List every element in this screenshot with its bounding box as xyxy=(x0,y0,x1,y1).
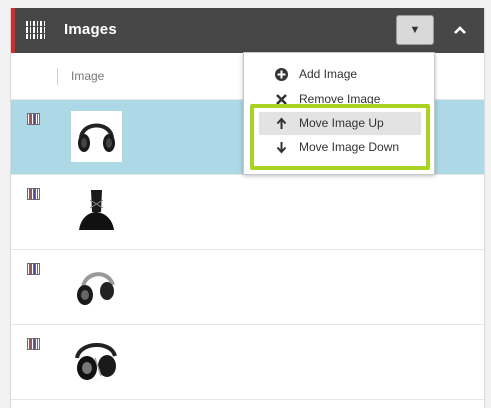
headphones-thumbnail[interactable] xyxy=(71,261,122,312)
panel-title: Images xyxy=(64,21,117,38)
grid-barcode-icon xyxy=(27,188,40,200)
headphones-thumbnail[interactable] xyxy=(71,186,122,237)
grid-barcode-icon xyxy=(27,338,40,350)
column-header-image[interactable]: Image xyxy=(71,69,104,83)
table-row[interactable] xyxy=(11,325,484,400)
images-actions-menu: Add Image Remove Image Move Image Up Mov… xyxy=(243,52,435,175)
menu-item-move-image-up[interactable]: Move Image Up xyxy=(259,112,421,135)
arrow-up-icon xyxy=(276,117,287,129)
headphones-thumbnail[interactable] xyxy=(71,111,122,162)
menu-item-add-image[interactable]: Add Image xyxy=(244,63,434,86)
headphones-thumbnail[interactable] xyxy=(71,336,122,387)
menu-item-label: Move Image Up xyxy=(299,116,384,130)
grid-barcode-icon xyxy=(27,263,40,275)
collapse-button[interactable] xyxy=(447,16,473,44)
triangle-down-icon: ▼ xyxy=(409,24,421,36)
x-icon xyxy=(276,94,287,105)
scrollbar[interactable] xyxy=(485,8,491,408)
menu-item-remove-image[interactable]: Remove Image xyxy=(244,88,434,111)
menu-item-label: Remove Image xyxy=(299,92,381,106)
menu-item-move-image-down[interactable]: Move Image Down xyxy=(244,136,434,159)
dropdown-menu-button[interactable]: ▼ xyxy=(396,15,434,45)
table-row[interactable] xyxy=(11,175,484,250)
chevron-up-icon xyxy=(454,26,466,34)
table-row[interactable] xyxy=(11,250,484,325)
grid-barcode-icon xyxy=(27,113,40,125)
panel-header: Images ▼ xyxy=(11,8,484,53)
menu-item-label: Add Image xyxy=(299,67,358,81)
column-divider xyxy=(57,68,58,85)
menu-item-label: Move Image Down xyxy=(299,140,400,154)
arrow-down-icon xyxy=(276,142,287,154)
grid-barcode-icon xyxy=(25,20,46,40)
plus-circle-icon xyxy=(275,68,288,81)
panel-accent-bar xyxy=(11,8,15,53)
